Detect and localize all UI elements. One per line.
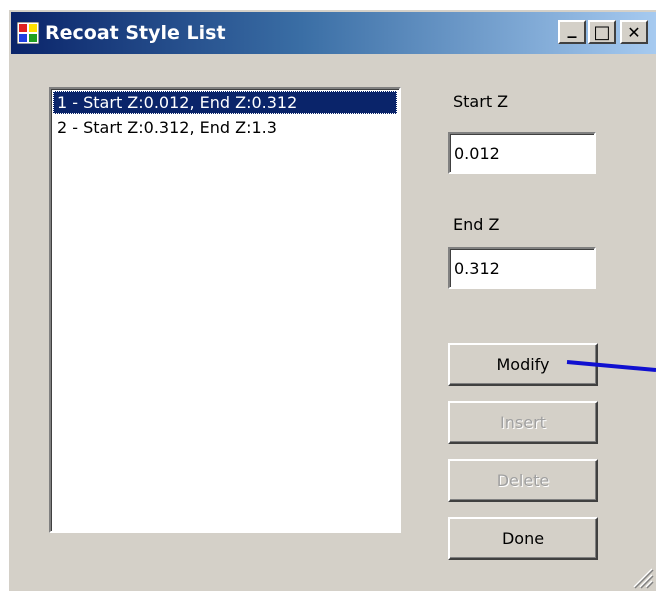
delete-button[interactable]: Delete — [448, 459, 598, 502]
minimize-button[interactable]: _ — [558, 17, 586, 44]
recoat-style-listbox[interactable]: 1 - Start Z:0.012, End Z:0.312 2 - Start… — [49, 87, 401, 533]
recoat-style-list-window: Recoat Style List _ □ ✕ 1 - Start Z:0.01… — [8, 9, 656, 591]
title-bar[interactable]: Recoat Style List _ □ ✕ — [11, 12, 656, 54]
maximize-button[interactable]: □ — [588, 20, 616, 44]
list-item[interactable]: 2 - Start Z:0.312, End Z:1.3 — [53, 116, 397, 139]
done-button[interactable]: Done — [448, 517, 598, 560]
app-icon — [17, 22, 39, 44]
list-item[interactable]: 1 - Start Z:0.012, End Z:0.312 — [53, 91, 397, 114]
start-z-input[interactable] — [448, 132, 596, 174]
maximize-icon: □ — [593, 21, 611, 43]
minimize-icon: _ — [567, 17, 577, 39]
resize-grip-icon[interactable] — [630, 565, 654, 589]
end-z-label: End Z — [453, 215, 500, 234]
start-z-label: Start Z — [453, 92, 509, 111]
end-z-input[interactable] — [448, 247, 596, 289]
close-button[interactable]: ✕ — [620, 20, 648, 44]
close-icon: ✕ — [627, 22, 641, 42]
modify-button[interactable]: Modify — [448, 343, 598, 386]
window-title: Recoat Style List — [45, 22, 226, 44]
insert-button[interactable]: Insert — [448, 401, 598, 444]
